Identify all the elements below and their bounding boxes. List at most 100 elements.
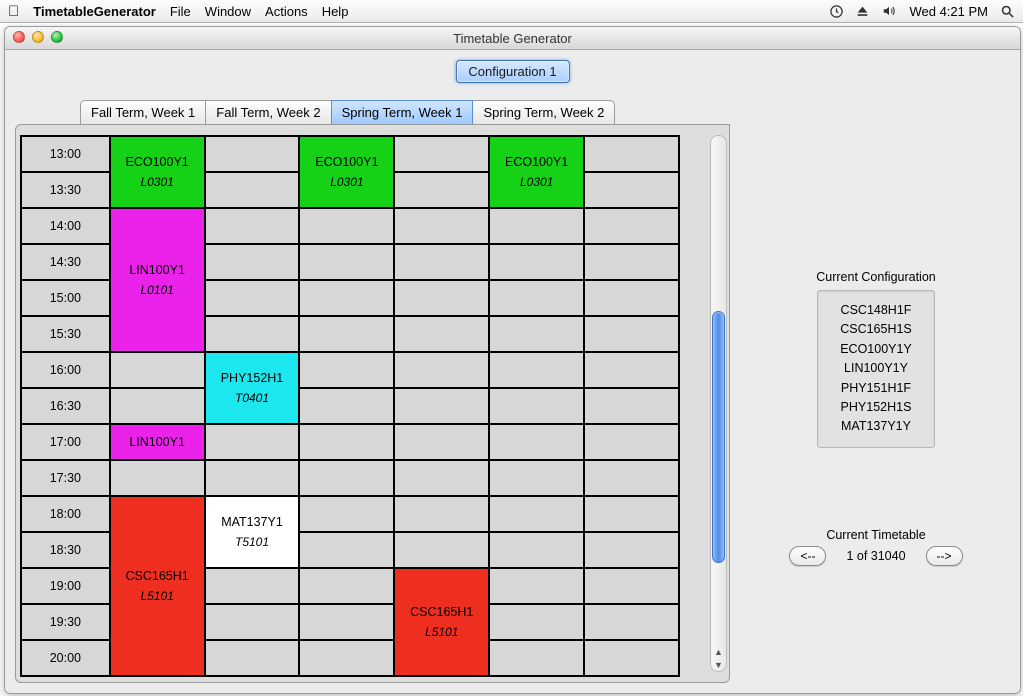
course-block-CSC165H1[interactable]: CSC165H1 L5101 <box>394 568 489 676</box>
empty-cell <box>299 604 394 640</box>
empty-cell <box>489 568 584 604</box>
zoom-button[interactable] <box>51 31 63 43</box>
current-timetable-title: Current Timetable <box>789 528 962 542</box>
empty-cell <box>394 208 489 244</box>
time-label: 13:00 <box>21 136 110 172</box>
menu-item-help[interactable]: Help <box>322 4 349 19</box>
empty-cell <box>584 532 679 568</box>
course-block-MAT137Y1[interactable]: MAT137Y1 T5101 <box>205 496 300 568</box>
empty-cell <box>299 280 394 316</box>
scroll-up-arrow[interactable]: ▲ <box>713 647 724 657</box>
empty-cell <box>584 244 679 280</box>
spotlight-icon[interactable] <box>1000 4 1015 19</box>
menu-item-window[interactable]: Window <box>205 4 251 19</box>
configuration-tab[interactable]: Configuration 1 <box>455 60 569 83</box>
config-course-item: PHY151H1F <box>840 379 912 398</box>
close-button[interactable] <box>13 31 25 43</box>
empty-cell <box>205 460 300 496</box>
empty-cell <box>489 316 584 352</box>
empty-cell <box>394 172 489 208</box>
empty-cell <box>394 136 489 172</box>
next-timetable-button[interactable]: --> <box>926 546 963 566</box>
empty-cell <box>489 640 584 676</box>
time-label: 17:30 <box>21 460 110 496</box>
empty-cell <box>299 532 394 568</box>
empty-cell <box>489 496 584 532</box>
course-block-ECO100Y1[interactable]: ECO100Y1L0301 <box>110 136 205 208</box>
empty-cell <box>205 172 300 208</box>
menubar-clock[interactable]: Wed 4:21 PM <box>909 4 988 19</box>
current-configuration-box: CSC148H1FCSC165H1SECO100Y1YLIN100Y1YPHY1… <box>817 290 935 448</box>
volume-icon[interactable] <box>881 4 897 18</box>
course-section: T5101 <box>235 534 269 550</box>
empty-cell <box>299 388 394 424</box>
course-block-PHY152H1[interactable]: PHY152H1T0401 <box>205 352 300 424</box>
empty-cell <box>584 136 679 172</box>
window-titlebar[interactable]: Timetable Generator <box>5 27 1020 50</box>
empty-cell <box>584 568 679 604</box>
empty-cell <box>299 316 394 352</box>
course-code: MAT137Y1 <box>221 514 283 531</box>
config-course-item: CSC148H1F <box>840 301 912 320</box>
empty-cell <box>394 244 489 280</box>
empty-cell <box>394 388 489 424</box>
empty-cell <box>489 460 584 496</box>
config-course-item: MAT137Y1Y <box>840 417 912 436</box>
empty-cell <box>489 352 584 388</box>
time-label: 16:30 <box>21 388 110 424</box>
app-name[interactable]: TimetableGenerator <box>33 4 156 19</box>
app-window: Timetable Generator Configuration 1 Fall… <box>4 26 1021 694</box>
empty-cell <box>205 136 300 172</box>
empty-cell <box>394 424 489 460</box>
empty-cell <box>299 640 394 676</box>
course-code: ECO100Y1 <box>315 154 378 171</box>
term-tab-0[interactable]: Fall Term, Week 1 <box>80 100 206 124</box>
course-section: L5101 <box>425 624 458 640</box>
course-code: CSC165H1 <box>126 568 189 585</box>
empty-cell <box>394 532 489 568</box>
term-tabs: Fall Term, Week 1Fall Term, Week 2Spring… <box>80 100 730 124</box>
course-block-ECO100Y1[interactable]: ECO100Y1 L0301 <box>489 136 584 208</box>
empty-cell <box>584 460 679 496</box>
empty-cell <box>489 208 584 244</box>
minimize-button[interactable] <box>32 31 44 43</box>
menu-item-file[interactable]: File <box>170 4 191 19</box>
time-label: 19:00 <box>21 568 110 604</box>
timetable-counter: 1 of 31040 <box>846 549 905 563</box>
empty-cell <box>489 388 584 424</box>
course-code: CSC165H1 <box>410 604 473 621</box>
empty-cell <box>110 388 205 424</box>
course-block-CSC165H1[interactable]: CSC165H1L5101 <box>110 496 205 676</box>
scrollbar-thumb[interactable] <box>712 311 725 563</box>
mac-menubar:  TimetableGenerator File Window Actions… <box>0 0 1023 23</box>
course-block-ECO100Y1[interactable]: ECO100Y1 L0301 <box>299 136 394 208</box>
term-tab-3[interactable]: Spring Term, Week 2 <box>472 100 615 124</box>
apple-menu-icon[interactable]:  <box>8 4 19 19</box>
scroll-down-arrow[interactable]: ▼ <box>713 660 724 670</box>
time-label: 16:00 <box>21 352 110 388</box>
eject-icon[interactable] <box>856 5 869 18</box>
empty-cell <box>489 280 584 316</box>
prev-timetable-button[interactable]: <-- <box>789 546 826 566</box>
empty-cell <box>205 640 300 676</box>
term-tab-1[interactable]: Fall Term, Week 2 <box>205 100 331 124</box>
time-label: 15:00 <box>21 280 110 316</box>
config-course-item: CSC165H1S <box>840 320 912 339</box>
empty-cell <box>394 280 489 316</box>
course-section: L0301 <box>330 174 363 190</box>
course-section: L0301 <box>520 174 553 190</box>
course-block-LIN100Y1[interactable]: LIN100Y1 <box>110 424 205 460</box>
time-machine-icon[interactable] <box>829 4 844 19</box>
course-code: ECO100Y1 <box>505 154 568 171</box>
vertical-scrollbar[interactable]: ▲ ▼ <box>710 135 727 672</box>
course-block-LIN100Y1[interactable]: LIN100Y1L0101 <box>110 208 205 352</box>
course-code: LIN100Y1 <box>129 434 185 451</box>
term-tab-2[interactable]: Spring Term, Week 1 <box>331 100 474 124</box>
empty-cell <box>205 244 300 280</box>
empty-cell <box>205 604 300 640</box>
empty-cell <box>299 568 394 604</box>
empty-cell <box>584 496 679 532</box>
menu-item-actions[interactable]: Actions <box>265 4 308 19</box>
empty-cell <box>394 352 489 388</box>
course-section: T0401 <box>235 390 269 406</box>
